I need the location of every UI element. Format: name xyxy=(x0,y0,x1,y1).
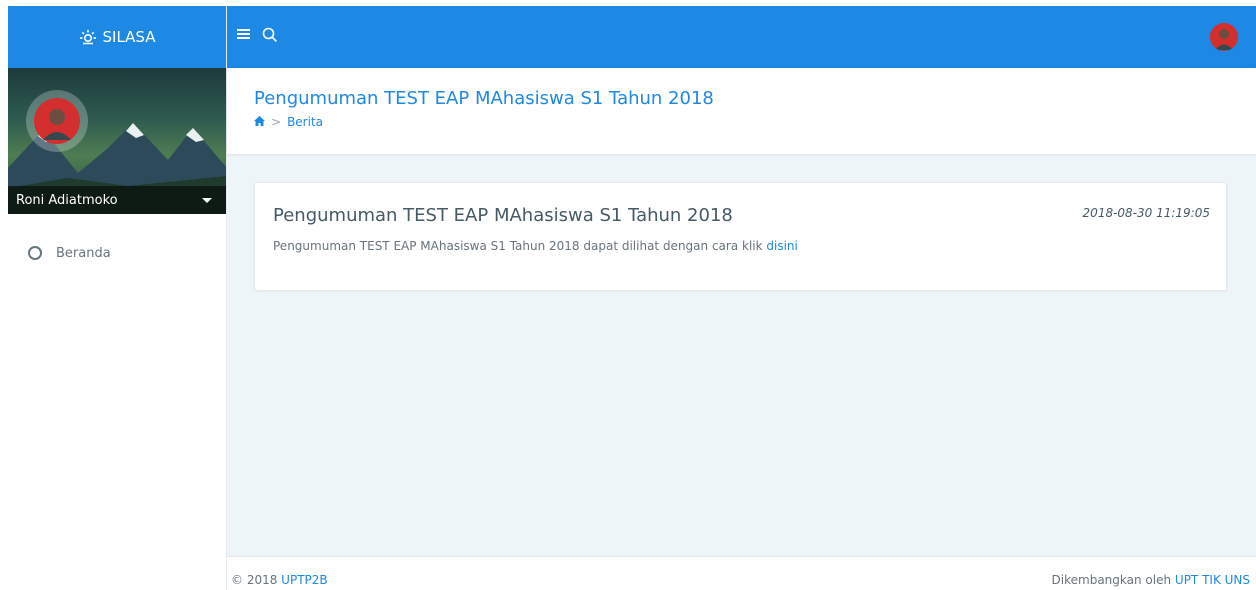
sidebar: SILASA Roni Adiatmoko Beranda xyxy=(8,6,227,590)
footer-copyright: © 2018 UPTP2B xyxy=(231,570,328,590)
news-date: 2018-08-30 11:19:05 xyxy=(1082,206,1210,220)
user-avatar[interactable] xyxy=(1210,23,1238,51)
sun-icon xyxy=(79,29,97,45)
news-link[interactable]: disini xyxy=(766,239,797,253)
copyright-text: © 2018 xyxy=(231,573,282,587)
user-profile: Roni Adiatmoko xyxy=(8,68,226,214)
news-title: Pengumuman TEST EAP MAhasiswa S1 Tahun 2… xyxy=(273,205,733,226)
footer-developer: Dikembangkan oleh UPT TIK UNS xyxy=(1052,570,1250,590)
developer-text: Dikembangkan oleh xyxy=(1051,573,1175,587)
sidebar-menu: Beranda xyxy=(8,214,226,266)
copyright-link[interactable]: UPTP2B xyxy=(281,573,327,587)
brand-name: SILASA xyxy=(102,28,156,46)
breadcrumb-current[interactable]: Berita xyxy=(287,115,323,129)
breadcrumb-separator: > xyxy=(271,115,282,129)
sidebar-item-beranda[interactable]: Beranda xyxy=(8,240,226,266)
topbar xyxy=(227,6,1256,68)
profile-avatar[interactable] xyxy=(26,90,88,152)
caret-down-icon xyxy=(202,197,212,203)
user-dropdown[interactable]: Roni Adiatmoko xyxy=(8,186,226,214)
news-text: Pengumuman TEST EAP MAhasiswa S1 Tahun 2… xyxy=(273,239,767,253)
developer-link[interactable]: UPT TIK UNS xyxy=(1175,573,1250,587)
user-name: Roni Adiatmoko xyxy=(16,192,118,208)
news-card: Pengumuman TEST EAP MAhasiswa S1 Tahun 2… xyxy=(254,182,1227,291)
sidebar-item-label: Beranda xyxy=(56,245,111,261)
news-body: Pengumuman TEST EAP MAhasiswa S1 Tahun 2… xyxy=(273,239,798,253)
home-icon[interactable] xyxy=(254,115,265,129)
circle-icon xyxy=(28,246,42,260)
main-content: Pengumuman TEST EAP MAhasiswa S1 Tahun 2… xyxy=(227,68,1256,590)
app-frame: SILASA Roni Adiatmoko Beranda Pengumuman… xyxy=(8,6,1256,590)
footer: © 2018 UPTP2B Dikembangkan oleh UPT TIK … xyxy=(227,556,1256,590)
page-header: Pengumuman TEST EAP MAhasiswa S1 Tahun 2… xyxy=(227,68,1256,154)
search-icon[interactable] xyxy=(262,27,278,43)
brand-logo[interactable]: SILASA xyxy=(8,6,226,68)
hamburger-icon[interactable] xyxy=(237,27,251,41)
breadcrumb: > Berita xyxy=(254,115,1256,129)
page-title: Pengumuman TEST EAP MAhasiswa S1 Tahun 2… xyxy=(254,88,714,109)
